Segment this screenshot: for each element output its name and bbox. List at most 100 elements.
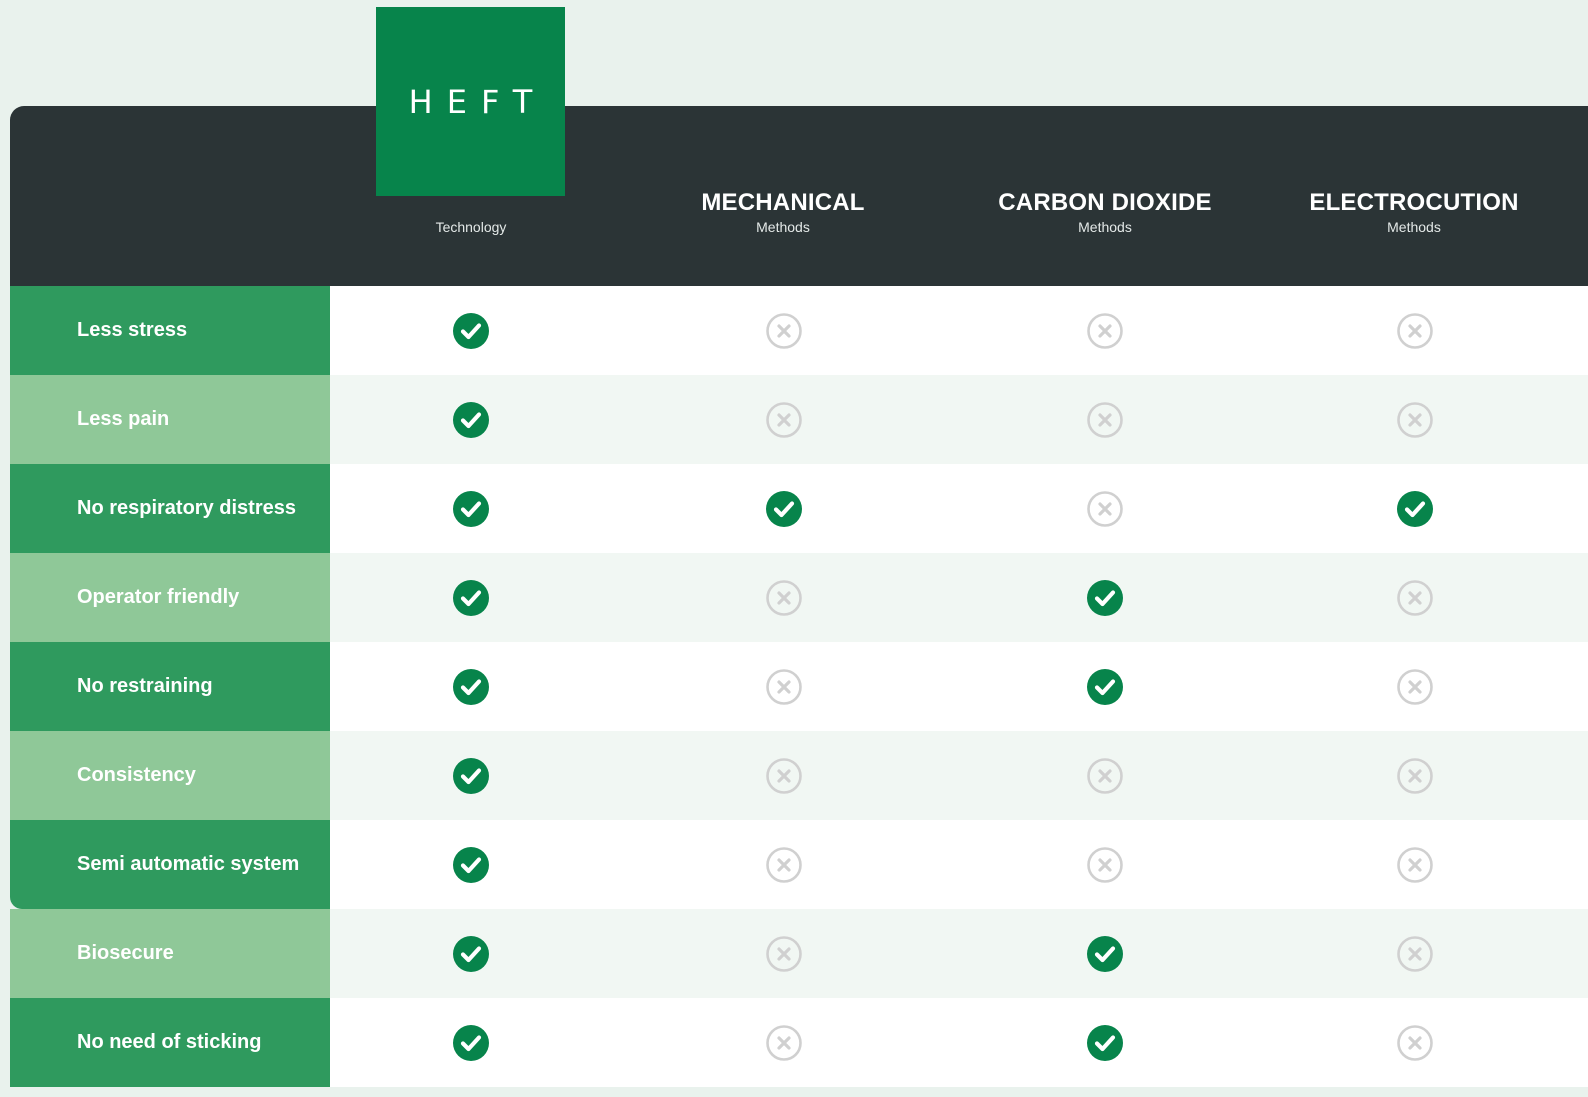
check-circle-icon xyxy=(452,935,489,972)
table-cell xyxy=(1396,286,1433,375)
table-cell xyxy=(452,375,489,464)
x-circle-icon xyxy=(1396,846,1433,883)
column-title: MECHANICAL xyxy=(701,189,865,216)
table-cell xyxy=(1396,909,1433,998)
column-subtitle: Technology xyxy=(435,219,507,235)
column-title: CARBON DIOXIDE xyxy=(998,189,1212,216)
table-row xyxy=(330,731,1588,820)
x-circle-icon xyxy=(765,935,802,972)
feature-label: Semi automatic system xyxy=(10,820,330,909)
table-cell xyxy=(452,731,489,820)
table-row xyxy=(330,998,1588,1087)
table-row xyxy=(330,464,1588,553)
table-cell xyxy=(452,286,489,375)
table-cell xyxy=(452,553,489,642)
table-row xyxy=(330,909,1588,998)
table-cell xyxy=(765,731,802,820)
x-circle-icon xyxy=(1396,579,1433,616)
check-circle-icon xyxy=(452,1024,489,1061)
table-cell xyxy=(1396,731,1433,820)
check-circle-icon xyxy=(452,401,489,438)
x-circle-icon xyxy=(1086,846,1123,883)
comparison-page: HEFT Technology MECHANICAL Methods CARBO… xyxy=(0,0,1588,1097)
x-circle-icon xyxy=(1396,935,1433,972)
table-cell xyxy=(1086,731,1123,820)
x-circle-icon xyxy=(765,312,802,349)
x-circle-icon xyxy=(1396,757,1433,794)
table-row xyxy=(330,642,1588,731)
table-cell xyxy=(452,909,489,998)
feature-labels: Less stress Less pain No respiratory distr… xyxy=(10,286,330,1087)
check-circle-icon xyxy=(452,846,489,883)
column-subtitle: Methods xyxy=(1078,219,1132,235)
table-row xyxy=(330,820,1588,909)
feature-label: No need of sticking xyxy=(10,998,330,1087)
column-subtitle: Methods xyxy=(1387,219,1441,235)
table-cell xyxy=(1086,553,1123,642)
check-circle-icon xyxy=(452,312,489,349)
x-circle-icon xyxy=(1396,312,1433,349)
x-circle-icon xyxy=(1396,668,1433,705)
check-circle-icon xyxy=(1396,490,1433,527)
check-circle-icon xyxy=(1086,1024,1123,1061)
table-cell xyxy=(765,820,802,909)
table-cell xyxy=(765,998,802,1087)
table-cell xyxy=(765,553,802,642)
column-header-mechanical: MECHANICAL Methods xyxy=(623,188,943,236)
check-circle-icon xyxy=(765,490,802,527)
column-header-electrocution: ELECTROCUTION Methods xyxy=(1254,188,1574,236)
feature-label: Biosecure xyxy=(10,909,330,998)
column-header-technology: Technology xyxy=(311,188,631,236)
comparison-table-body xyxy=(330,286,1588,1087)
table-cell xyxy=(452,464,489,553)
table-cell xyxy=(765,464,802,553)
table-cell xyxy=(765,375,802,464)
check-circle-icon xyxy=(452,579,489,616)
check-circle-icon xyxy=(1086,935,1123,972)
table-cell xyxy=(1086,464,1123,553)
table-row xyxy=(330,286,1588,375)
x-circle-icon xyxy=(1396,1024,1433,1061)
table-cell xyxy=(1086,998,1123,1087)
table-cell xyxy=(765,642,802,731)
table-cell xyxy=(1086,642,1123,731)
x-circle-icon xyxy=(1086,401,1123,438)
column-title xyxy=(311,188,631,218)
table-cell xyxy=(1086,820,1123,909)
table-cell xyxy=(452,820,489,909)
x-circle-icon xyxy=(1086,312,1123,349)
check-circle-icon xyxy=(1086,668,1123,705)
table-row xyxy=(330,553,1588,642)
feature-label: Less stress xyxy=(10,286,330,375)
check-circle-icon xyxy=(452,757,489,794)
table-cell xyxy=(1396,553,1433,642)
column-title: ELECTROCUTION xyxy=(1309,189,1519,216)
x-circle-icon xyxy=(1086,490,1123,527)
column-header-carbon-dioxide: CARBON DIOXIDE Methods xyxy=(945,188,1265,236)
table-cell xyxy=(452,998,489,1087)
x-circle-icon xyxy=(765,846,802,883)
x-circle-icon xyxy=(1396,401,1433,438)
table-cell xyxy=(1086,286,1123,375)
table-cell xyxy=(1396,375,1433,464)
feature-label: Operator friendly xyxy=(10,553,330,642)
table-cell xyxy=(1086,375,1123,464)
x-circle-icon xyxy=(765,1024,802,1061)
check-circle-icon xyxy=(1086,579,1123,616)
table-cell xyxy=(765,286,802,375)
heft-logo: HEFT xyxy=(376,7,565,196)
check-circle-icon xyxy=(452,490,489,527)
table-cell xyxy=(765,909,802,998)
table-cell xyxy=(1396,642,1433,731)
x-circle-icon xyxy=(765,668,802,705)
x-circle-icon xyxy=(765,401,802,438)
table-cell xyxy=(452,642,489,731)
feature-label: No respiratory distress xyxy=(10,464,330,553)
x-circle-icon xyxy=(765,579,802,616)
feature-label: Consistency xyxy=(10,731,330,820)
x-circle-icon xyxy=(765,757,802,794)
feature-label: No restraining xyxy=(10,642,330,731)
logo-text: HEFT xyxy=(408,82,547,121)
table-row xyxy=(330,375,1588,464)
column-subtitle: Methods xyxy=(756,219,810,235)
